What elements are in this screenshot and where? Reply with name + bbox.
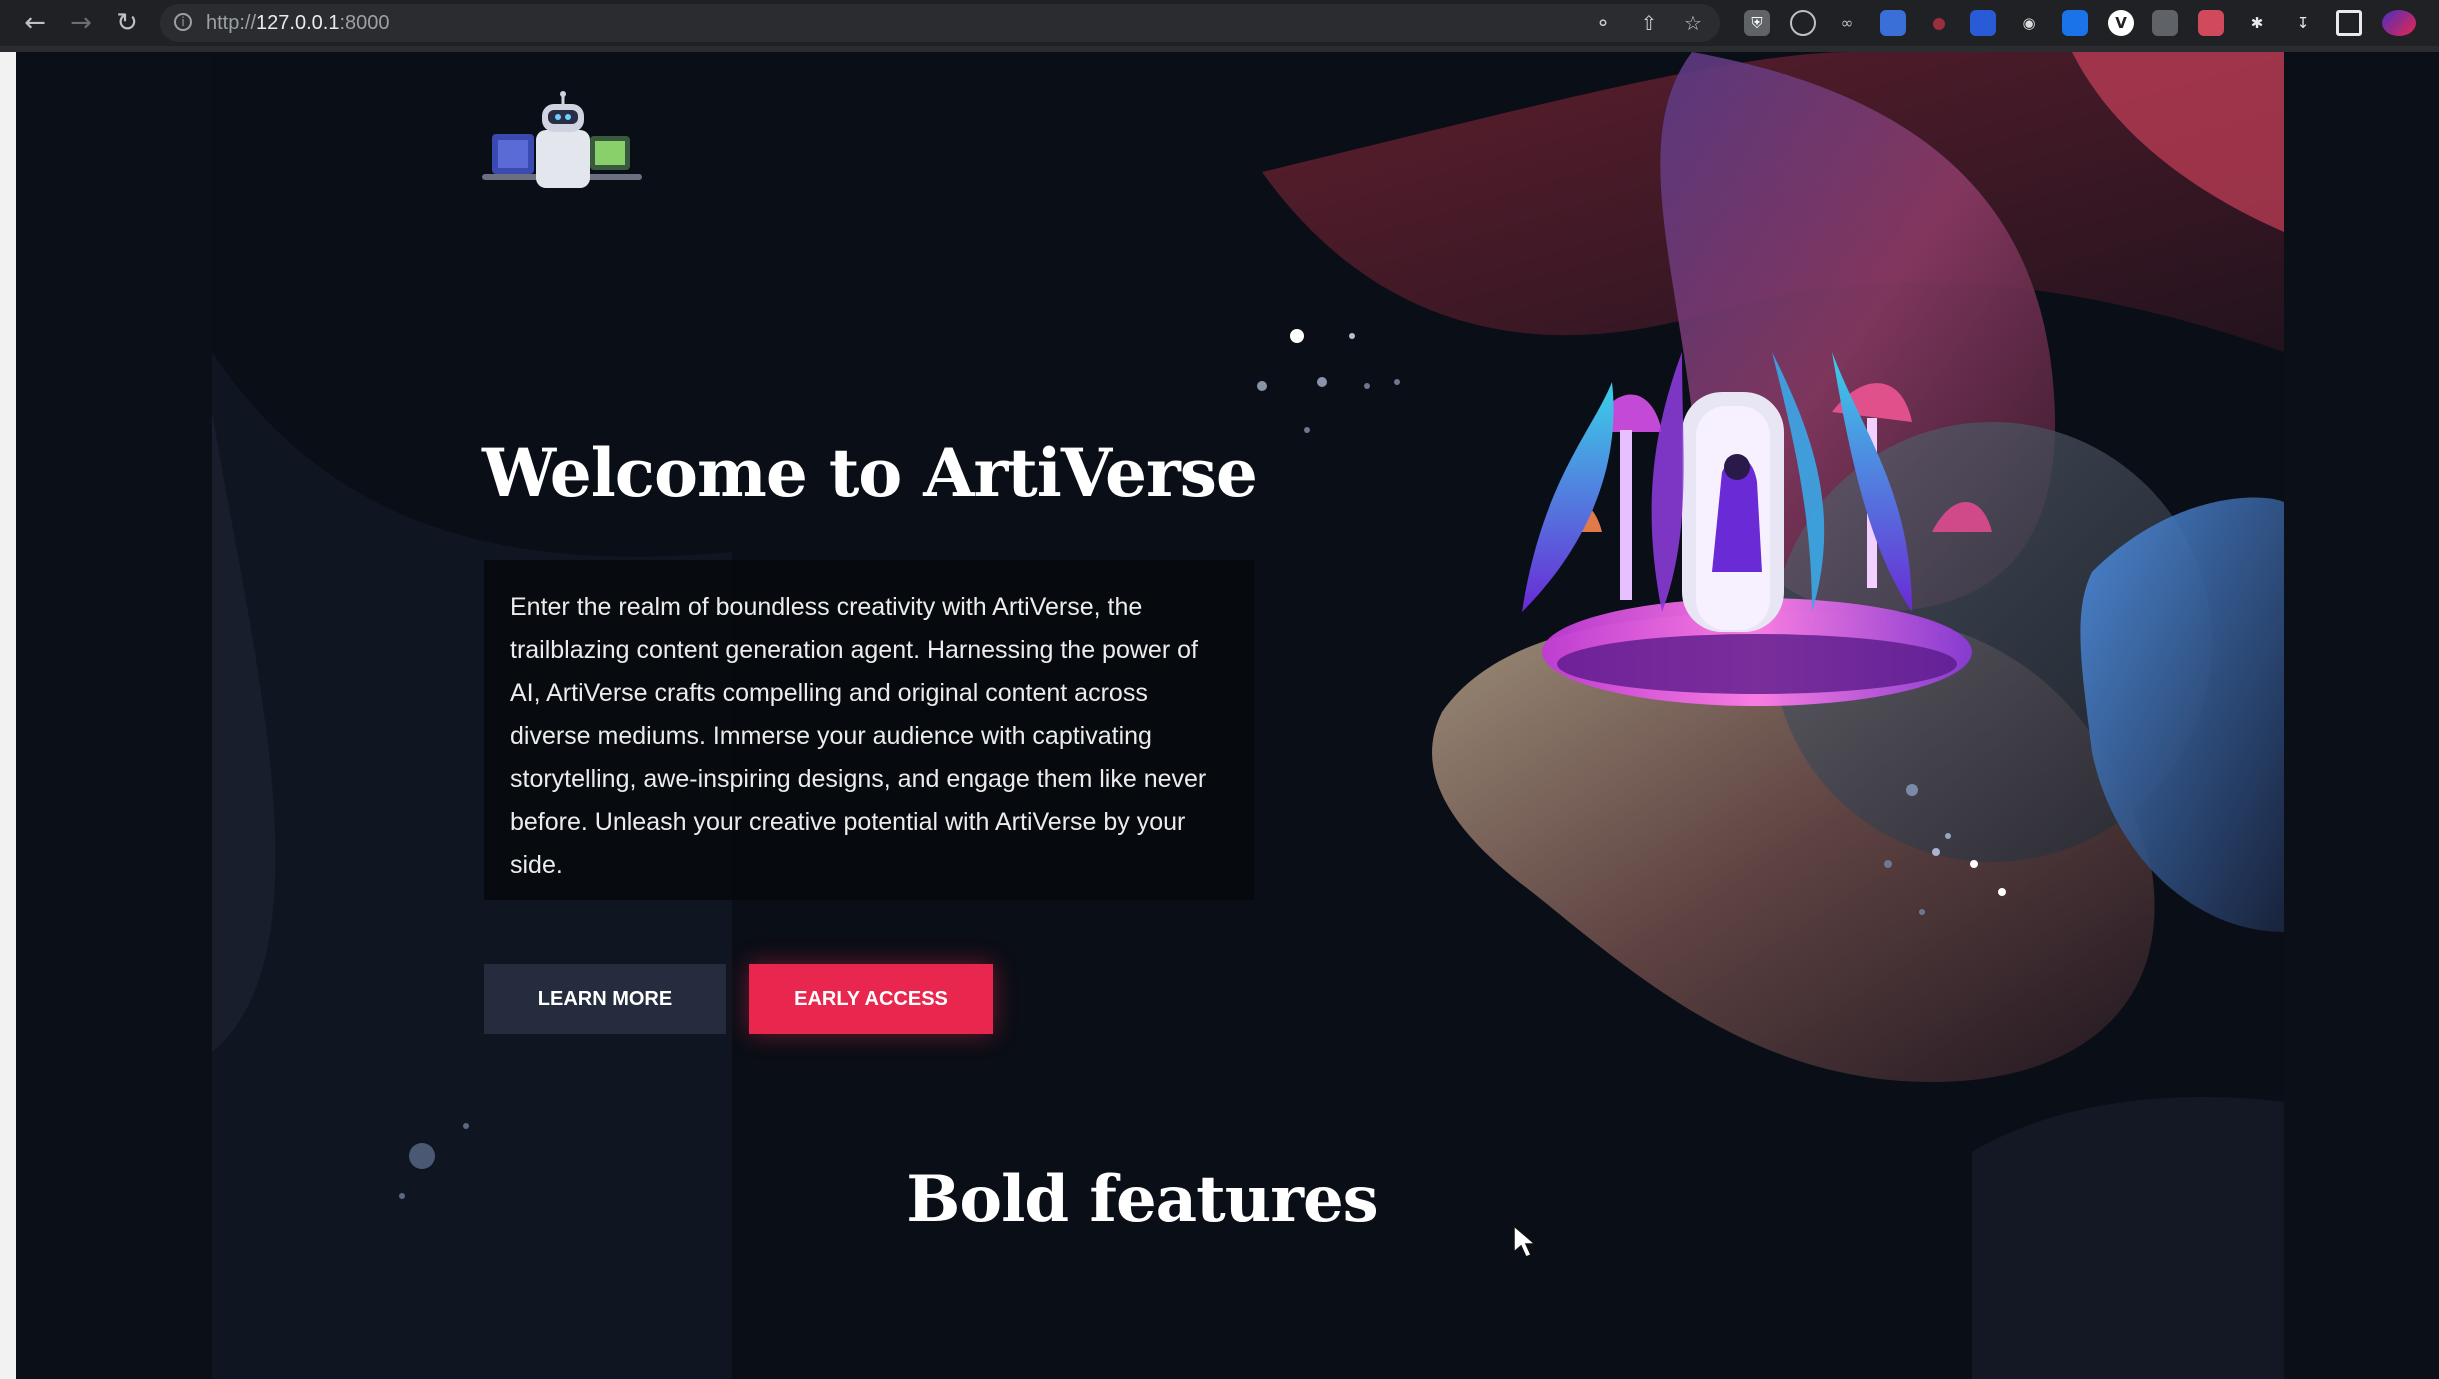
grid-extension-icon[interactable]	[1970, 10, 1996, 36]
url-text[interactable]: http://127.0.0.1:8000	[206, 12, 390, 35]
glasses-extension-icon[interactable]: ∞	[1834, 10, 1860, 36]
hero-title: Welcome to ArtiVerse	[482, 434, 1258, 512]
url-host: 127.0.0.1	[256, 12, 340, 34]
hero-description: Enter the realm of boundless creativity …	[510, 593, 1207, 879]
v-extension-icon[interactable]: V	[2108, 10, 2134, 36]
info-icon[interactable]: i	[174, 13, 192, 31]
profile-avatar[interactable]	[2382, 10, 2416, 36]
hero-section: Welcome to ArtiVerse Enter the realm of …	[212, 52, 2284, 1379]
early-access-button[interactable]: EARLY ACCESS	[749, 964, 993, 1034]
address-bar[interactable]: i http://127.0.0.1:8000 ⚬ ⇧ ☆	[160, 4, 1720, 42]
dot-extension-icon[interactable]	[1926, 10, 1952, 36]
red-extension-icon[interactable]	[2198, 10, 2224, 36]
hero-description-box: Enter the realm of boundless creativity …	[484, 560, 1254, 900]
h-extension-icon[interactable]	[1790, 10, 1816, 36]
camera-extension-icon[interactable]: ◉	[2016, 10, 2042, 36]
share-icon[interactable]: ⇧	[1634, 8, 1664, 38]
blue-extension-icon[interactable]	[2062, 10, 2088, 36]
key-icon[interactable]: ⚬	[1588, 8, 1618, 38]
star-icon[interactable]: ☆	[1678, 8, 1708, 38]
mouse-cursor-icon	[1513, 1224, 1538, 1258]
url-port: :8000	[339, 12, 390, 34]
webpage: Welcome to ArtiVerse Enter the realm of …	[16, 52, 2439, 1379]
forward-arrow-icon[interactable]: →	[64, 6, 98, 40]
reload-icon[interactable]: ↻	[110, 6, 144, 40]
url-scheme: http://	[206, 12, 257, 34]
puzzle-icon[interactable]: ✱	[2244, 10, 2270, 36]
side-panel-icon[interactable]	[2336, 10, 2362, 36]
shield-extension-icon[interactable]: ⛨	[1744, 10, 1770, 36]
artiverse-logo[interactable]	[482, 90, 642, 200]
download-icon[interactable]: ↧	[2290, 10, 2316, 36]
learn-more-button[interactable]: LEARN MORE	[484, 964, 726, 1034]
screen: ← → ↻ i http://127.0.0.1:8000 ⚬ ⇧ ☆ ⛨ ∞ …	[0, 0, 2439, 1379]
features-title: Bold features	[906, 1162, 1378, 1237]
back-arrow-icon[interactable]: ←	[18, 6, 52, 40]
badge-extension-icon[interactable]	[1880, 10, 1906, 36]
keyboard-extension-icon[interactable]	[2152, 10, 2178, 36]
window-edge	[0, 52, 16, 1379]
browser-toolbar: ← → ↻ i http://127.0.0.1:8000 ⚬ ⇧ ☆ ⛨ ∞ …	[0, 0, 2439, 52]
